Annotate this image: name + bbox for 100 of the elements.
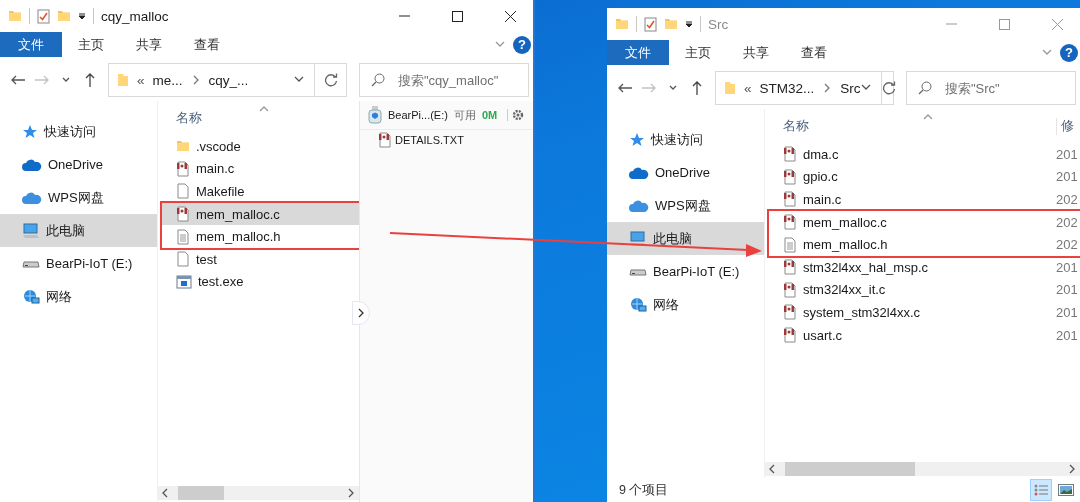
chevron-right-icon <box>356 308 366 318</box>
search-field[interactable]: 搜索"Src" <box>906 71 1076 105</box>
file-menu-tab[interactable]: 文件 <box>0 32 62 57</box>
nav-item[interactable]: WPS网盘 <box>607 189 764 222</box>
nav-item[interactable]: 快速访问 <box>0 115 157 148</box>
ribbon-tab[interactable]: 查看 <box>178 32 236 57</box>
file-row[interactable]: main.c 202 <box>765 188 1080 211</box>
horizontal-scrollbar[interactable] <box>158 486 359 500</box>
back-arrow-icon <box>618 83 632 93</box>
refresh-icon <box>323 73 338 87</box>
usb-drive-icon <box>368 106 382 124</box>
horizontal-scrollbar[interactable] <box>765 462 1080 476</box>
sort-icon <box>922 112 933 122</box>
cloud-icon <box>22 191 42 204</box>
file-row[interactable]: mem_malloc.h 202 <box>769 233 1080 256</box>
nav-item[interactable]: 此电脑 <box>607 222 764 255</box>
c-file-icon <box>783 259 797 276</box>
modified-date: 201 <box>1056 282 1079 298</box>
maximize-icon <box>998 18 1010 30</box>
nav-item[interactable]: 此电脑 <box>0 214 157 247</box>
text-file-icon <box>783 236 797 253</box>
file-row[interactable]: Makefile <box>158 180 359 203</box>
scroll-right-icon <box>346 488 356 498</box>
file-row[interactable]: mem_malloc.c 202 <box>769 210 1080 234</box>
c-file-icon <box>783 281 797 298</box>
folder-icon[interactable] <box>57 9 71 23</box>
modified-date: 201 <box>1056 146 1079 162</box>
checklist-icon[interactable] <box>37 8 50 24</box>
folder-icon[interactable] <box>8 9 22 23</box>
settings-button[interactable] <box>507 109 525 121</box>
search-field[interactable]: 搜索"cqy_malloc" <box>359 63 529 97</box>
file-row[interactable]: stm32l4xx_it.c 201 <box>765 278 1080 302</box>
modified-date: 202 <box>1056 214 1079 230</box>
file-row[interactable]: mem_malloc.c <box>162 202 359 226</box>
collapse-button[interactable] <box>352 301 370 325</box>
folder-icon <box>117 73 129 87</box>
details-list-icon <box>1033 483 1049 497</box>
blank-file-icon <box>176 251 190 268</box>
free-space-label: 可用 <box>453 107 476 123</box>
search-icon <box>371 73 385 87</box>
modified-date: 201 <box>1056 304 1079 320</box>
dropdown-icon[interactable] <box>78 12 86 20</box>
nav-item[interactable]: BearPi-IoT (E:) <box>607 255 764 288</box>
nav-item[interactable]: 网络 <box>0 280 157 313</box>
file-row[interactable]: main.c <box>158 157 359 181</box>
ribbon-tab[interactable]: 共享 <box>120 32 178 57</box>
cloud-icon <box>22 158 42 171</box>
up-arrow-icon <box>692 81 702 95</box>
file-row[interactable]: dma.c 201 <box>765 143 1080 166</box>
drive-file[interactable]: DETAILS.TXT <box>360 130 533 150</box>
c-file-icon <box>176 160 190 177</box>
ribbon-tab[interactable]: 查看 <box>785 40 843 65</box>
file-row[interactable]: gpio.c 201 <box>765 165 1080 189</box>
ribbon-tab[interactable]: 共享 <box>727 40 785 65</box>
ribbon-tab[interactable]: 主页 <box>62 32 120 57</box>
file-menu-tab[interactable]: 文件 <box>607 40 669 65</box>
drive-icon <box>629 266 647 277</box>
file-row[interactable]: test <box>158 247 359 271</box>
minimize-icon <box>945 23 957 25</box>
forward-arrow-icon <box>642 83 656 93</box>
file-row[interactable]: test.exe <box>158 270 359 294</box>
c-file-icon <box>378 132 392 148</box>
file-row[interactable]: mem_malloc.h <box>162 225 359 248</box>
drive-label: BearPi...(E:) <box>388 109 448 121</box>
search-icon <box>918 81 932 95</box>
c-file-icon <box>783 304 797 321</box>
program-icon <box>176 274 192 289</box>
maximize-icon <box>451 10 463 22</box>
column-header[interactable]: 修 <box>1056 118 1080 135</box>
checklist-icon[interactable] <box>644 16 657 32</box>
nav-item[interactable]: OneDrive <box>0 148 157 181</box>
c-file-icon <box>783 191 797 208</box>
window-title: cqy_malloc <box>101 8 170 24</box>
nav-item[interactable]: 网络 <box>607 288 764 321</box>
nav-item[interactable]: BearPi-IoT (E:) <box>0 247 157 280</box>
thumbnail-icon <box>1058 484 1074 496</box>
folder-icon <box>724 81 736 95</box>
modified-date: 202 <box>1056 192 1079 207</box>
file-row[interactable]: usart.c 201 <box>765 323 1080 347</box>
file-row[interactable]: stm32l4xx_hal_msp.c 201 <box>765 255 1080 279</box>
file-row[interactable]: system_stm32l4xx.c 201 <box>765 301 1080 324</box>
folder-icon[interactable] <box>615 17 629 31</box>
help-button[interactable]: ? <box>1060 43 1078 62</box>
folder-icon[interactable] <box>664 17 678 31</box>
cloud-icon <box>629 199 649 212</box>
column-header[interactable]: 名称 <box>783 118 1056 135</box>
dropdown-icon[interactable] <box>685 20 693 28</box>
refresh-button[interactable] <box>880 72 896 104</box>
free-space-value: 0M <box>481 109 498 121</box>
c-file-icon <box>783 146 797 163</box>
help-button[interactable]: ? <box>513 35 531 54</box>
column-header[interactable]: 名称 <box>176 110 359 127</box>
details-view-button[interactable] <box>1030 479 1052 501</box>
blank-file-icon <box>176 183 190 200</box>
nav-item[interactable]: 快速访问 <box>607 123 764 156</box>
nav-item[interactable]: OneDrive <box>607 156 764 189</box>
ribbon-tab[interactable]: 主页 <box>669 40 727 65</box>
file-row[interactable]: .vscode <box>158 135 359 158</box>
nav-item[interactable]: WPS网盘 <box>0 181 157 214</box>
up-arrow-icon <box>85 73 95 87</box>
